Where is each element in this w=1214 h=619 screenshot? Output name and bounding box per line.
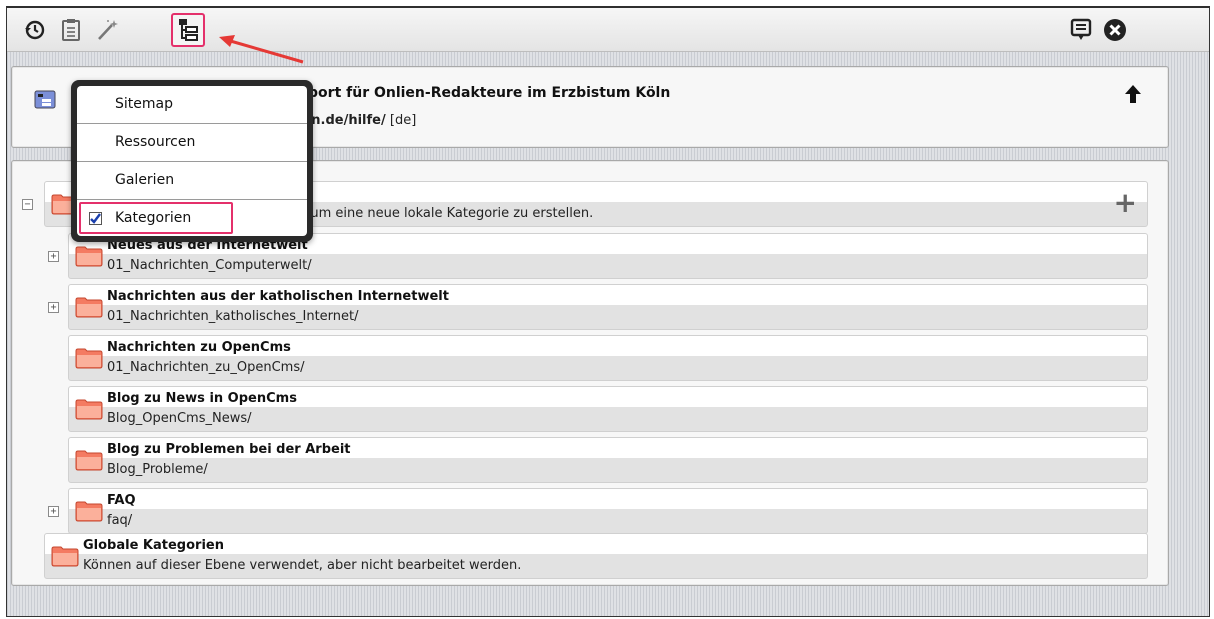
category-path: Blog_OpenCms_News/ xyxy=(107,411,252,426)
category-title: Nachrichten zu OpenCms xyxy=(107,340,291,355)
history-icon[interactable] xyxy=(21,16,49,44)
category-title: Blog zu Problemen bei der Arbeit xyxy=(107,442,351,457)
category-title: Nachrichten aus der katholischen Interne… xyxy=(107,289,449,304)
global-categories-description: Können auf dieser Ebene verwendet, aber … xyxy=(83,558,522,573)
category-row[interactable]: Nachrichten zu OpenCms 01_Nachrichten_zu_… xyxy=(68,335,1148,381)
dropdown-item-label: Ressourcen xyxy=(115,134,196,150)
site-icon xyxy=(34,88,56,114)
dropdown-item-kategorien[interactable]: Kategorien xyxy=(77,200,307,238)
site-path: eln.de/hilfe/ [de] xyxy=(298,113,416,128)
collapse-icon[interactable]: − xyxy=(22,199,33,210)
editor-window: pport für Onlien-Redakteure im Erzbistum… xyxy=(6,6,1210,617)
category-path: faq/ xyxy=(107,513,133,528)
category-path: 01_Nachrichten_katholisches_Internet/ xyxy=(107,309,359,324)
category-title: FAQ xyxy=(107,493,136,508)
expand-icon[interactable]: + xyxy=(48,302,59,313)
folder-icon xyxy=(75,449,103,475)
site-title: pport für Onlien-Redakteure im Erzbistum… xyxy=(298,85,671,101)
folder-icon xyxy=(75,245,103,271)
category-title: Blog zu News in OpenCms xyxy=(107,391,297,406)
site-path-lang: [de] xyxy=(389,113,417,128)
dropdown-list: Sitemap Ressourcen Galerien Kategorien xyxy=(77,86,307,236)
root-hint: echts um eine neue lokale Kategorie zu e… xyxy=(271,206,594,221)
folder-icon xyxy=(75,296,103,322)
expand-icon[interactable]: + xyxy=(48,506,59,517)
view-dropdown-menu: Sitemap Ressourcen Galerien Kategorien xyxy=(71,80,313,242)
global-categories-title: Globale Kategorien xyxy=(83,538,224,553)
dropdown-item-sitemap[interactable]: Sitemap xyxy=(77,86,307,124)
expand-icon[interactable]: + xyxy=(48,251,59,262)
dropdown-item-ressourcen[interactable]: Ressourcen xyxy=(77,124,307,162)
up-arrow-icon[interactable] xyxy=(1124,83,1142,109)
folder-icon xyxy=(75,500,103,526)
sitemap-icon[interactable] xyxy=(171,13,205,47)
category-path: 01_Nachrichten_Computerwelt/ xyxy=(107,258,312,273)
folder-icon xyxy=(75,398,103,424)
dropdown-item-label: Galerien xyxy=(115,172,175,188)
annotation-arrow xyxy=(219,35,304,64)
category-row[interactable]: FAQ faq/ xyxy=(68,488,1148,534)
category-path: 01_Nachrichten_zu_OpenCms/ xyxy=(107,360,305,375)
publish-list-icon[interactable] xyxy=(1067,16,1095,44)
category-row[interactable]: Blog zu Problemen bei der Arbeit Blog_Pro… xyxy=(68,437,1148,483)
clipboard-icon[interactable] xyxy=(57,16,85,44)
checkbox-checked-icon[interactable] xyxy=(89,212,102,225)
close-icon[interactable] xyxy=(1101,16,1129,44)
category-row[interactable]: Nachrichten aus der katholischen Interne… xyxy=(68,284,1148,330)
magic-wand-icon[interactable] xyxy=(93,16,121,44)
folder-icon xyxy=(51,545,79,571)
dropdown-item-label: Kategorien xyxy=(115,210,192,226)
global-categories-row[interactable]: Globale Kategorien Können auf dieser Ebe… xyxy=(44,533,1148,579)
folder-icon xyxy=(75,347,103,373)
add-category-button[interactable]: + xyxy=(1114,189,1137,217)
category-path: Blog_Probleme/ xyxy=(107,462,208,477)
dropdown-item-label: Sitemap xyxy=(115,96,173,112)
toolbar xyxy=(7,8,1209,52)
category-row[interactable]: Blog zu News in OpenCms Blog_OpenCms_News… xyxy=(68,386,1148,432)
dropdown-item-galerien[interactable]: Galerien xyxy=(77,162,307,200)
